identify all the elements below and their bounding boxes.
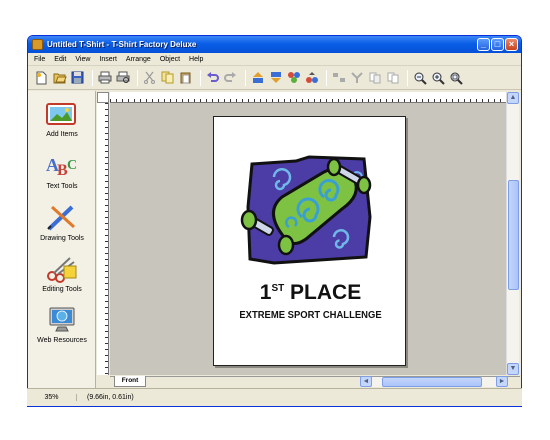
headline-word: PLACE bbox=[284, 281, 362, 304]
vertical-scrollbar[interactable]: ▲ ▼ bbox=[506, 92, 519, 375]
tab-front[interactable]: Front bbox=[114, 376, 146, 387]
design-canvas[interactable]: 1ST PLACE EXTREME SPORT CHALLENGE bbox=[110, 103, 508, 375]
horizontal-scrollbar[interactable]: ◄ ► bbox=[360, 376, 508, 387]
horizontal-ruler[interactable] bbox=[110, 92, 508, 103]
scroll-left-button[interactable]: ◄ bbox=[360, 376, 372, 387]
subtitle-text[interactable]: EXTREME SPORT CHALLENGE bbox=[224, 309, 398, 321]
scroll-up-button[interactable]: ▲ bbox=[507, 92, 519, 104]
ruler-corner[interactable] bbox=[97, 92, 109, 103]
workspace: 1ST PLACE EXTREME SPORT CHALLENGE ▲ ▼ Fr… bbox=[27, 35, 522, 407]
zoom-level: 35% bbox=[27, 394, 77, 401]
status-bar: 35% (9.66in, 0.61in) bbox=[27, 388, 522, 406]
headline-text[interactable]: 1ST PLACE bbox=[214, 281, 407, 305]
scroll-right-button[interactable]: ► bbox=[496, 376, 508, 387]
cursor-coordinates: (9.66in, 0.61in) bbox=[87, 394, 134, 401]
headline-superscript: ST bbox=[271, 283, 285, 294]
skateboard-artwork[interactable] bbox=[214, 117, 407, 367]
vertical-ruler[interactable] bbox=[97, 103, 109, 375]
headline-number: 1 bbox=[259, 281, 272, 304]
vertical-scroll-thumb[interactable] bbox=[508, 180, 519, 290]
tshirt-page[interactable]: 1ST PLACE EXTREME SPORT CHALLENGE bbox=[213, 116, 406, 366]
page-tab-bar: Front ◄ ► bbox=[110, 376, 520, 387]
horizontal-scroll-thumb[interactable] bbox=[382, 377, 482, 387]
scroll-down-button[interactable]: ▼ bbox=[507, 363, 519, 375]
